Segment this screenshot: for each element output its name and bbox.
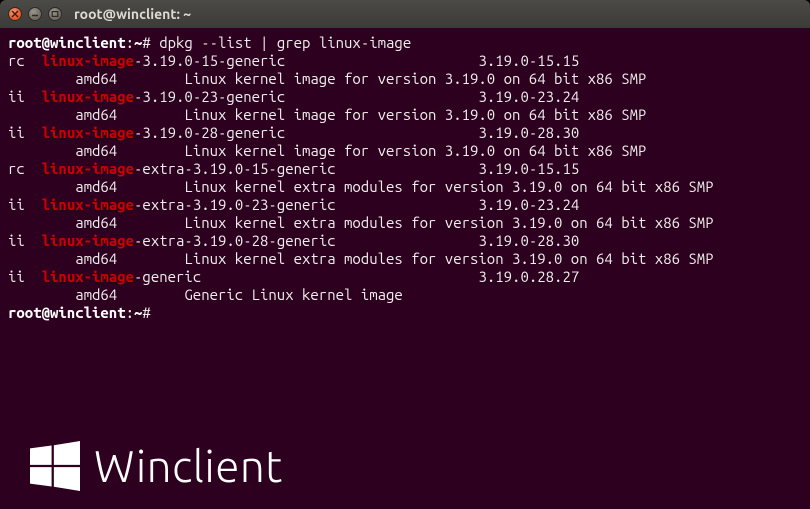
prompt-colon: : [126, 304, 134, 321]
watermark-text: Winclient [94, 442, 283, 491]
package-row: ii linux-image-generic 3.19.0.28.27 [8, 268, 802, 286]
titlebar: root@winclient: ~ [0, 0, 810, 28]
package-status: ii [8, 196, 25, 213]
package-arch: amd64 [75, 286, 184, 303]
package-description: Linux kernel extra modules for version 3… [184, 214, 713, 231]
package-desc-row: amd64 Linux kernel image for version 3.1… [8, 106, 802, 124]
package-arch: amd64 [75, 70, 184, 87]
package-name-rest: -3.19.0-23-generic [134, 88, 285, 105]
package-version: 3.19.0-28.30 [478, 124, 579, 141]
watermark: Winclient [30, 441, 283, 491]
prompt-idle: root@winclient:~# [8, 304, 802, 322]
package-row: rc linux-image-3.19.0-15-generic 3.19.0-… [8, 52, 802, 70]
package-version: 3.19.0.28.27 [478, 268, 579, 285]
package-row: ii linux-image-extra-3.19.0-23-generic 3… [8, 196, 802, 214]
package-arch: amd64 [75, 250, 184, 267]
package-description: Linux kernel image for version 3.19.0 on… [184, 142, 646, 159]
package-desc-row: amd64 Linux kernel extra modules for ver… [8, 250, 802, 268]
package-name-highlight: linux-image [42, 268, 134, 285]
package-description: Linux kernel extra modules for version 3… [184, 250, 713, 267]
command-line: root@winclient:~# dpkg --list | grep lin… [8, 34, 802, 52]
minimize-icon[interactable] [28, 7, 42, 21]
prompt-symbol: # [142, 34, 159, 51]
prompt-symbol: # [142, 304, 159, 321]
package-status: rc [8, 52, 25, 69]
package-version: 3.19.0-15.15 [478, 160, 579, 177]
package-name-rest: -extra-3.19.0-23-generic [134, 196, 336, 213]
package-name-highlight: linux-image [42, 52, 134, 69]
package-row: ii linux-image-3.19.0-28-generic 3.19.0-… [8, 124, 802, 142]
window-title: root@winclient: ~ [74, 6, 191, 22]
package-description: Linux kernel image for version 3.19.0 on… [184, 70, 646, 87]
package-desc-row: amd64 Linux kernel image for version 3.1… [8, 70, 802, 88]
package-arch: amd64 [75, 178, 184, 195]
package-name-rest: -extra-3.19.0-15-generic [134, 160, 336, 177]
package-description: Generic Linux kernel image [184, 286, 402, 303]
package-row: rc linux-image-extra-3.19.0-15-generic 3… [8, 160, 802, 178]
package-description: Linux kernel image for version 3.19.0 on… [184, 106, 646, 123]
package-arch: amd64 [75, 106, 184, 123]
terminal-window: root@winclient: ~ root@winclient:~# dpkg… [0, 0, 810, 509]
package-name-highlight: linux-image [42, 232, 134, 249]
package-status: ii [8, 88, 25, 105]
package-desc-row: amd64 Linux kernel extra modules for ver… [8, 214, 802, 232]
package-version: 3.19.0-15.15 [478, 52, 579, 69]
package-name-highlight: linux-image [42, 88, 134, 105]
close-icon[interactable] [8, 7, 22, 21]
package-desc-row: amd64 Generic Linux kernel image [8, 286, 802, 304]
package-name-rest: -extra-3.19.0-28-generic [134, 232, 336, 249]
windows-icon [30, 441, 80, 491]
package-name-highlight: linux-image [42, 196, 134, 213]
command-text: dpkg --list | grep linux-image [159, 34, 411, 51]
terminal-body[interactable]: root@winclient:~# dpkg --list | grep lin… [0, 28, 810, 322]
package-status: ii [8, 268, 25, 285]
package-status: ii [8, 124, 25, 141]
package-name-highlight: linux-image [42, 160, 134, 177]
package-name-highlight: linux-image [42, 124, 134, 141]
package-row: ii linux-image-3.19.0-23-generic 3.19.0-… [8, 88, 802, 106]
package-desc-row: amd64 Linux kernel extra modules for ver… [8, 178, 802, 196]
package-description: Linux kernel extra modules for version 3… [184, 178, 713, 195]
package-status: ii [8, 232, 25, 249]
package-name-rest: -3.19.0-28-generic [134, 124, 285, 141]
package-arch: amd64 [75, 214, 184, 231]
prompt-userhost: root@winclient [8, 304, 126, 321]
package-status: rc [8, 160, 25, 177]
package-version: 3.19.0-23.24 [478, 88, 579, 105]
package-version: 3.19.0-28.30 [478, 232, 579, 249]
prompt-colon: : [126, 34, 134, 51]
package-desc-row: amd64 Linux kernel image for version 3.1… [8, 142, 802, 160]
package-version: 3.19.0-23.24 [478, 196, 579, 213]
package-arch: amd64 [75, 142, 184, 159]
package-name-rest: -generic [134, 268, 201, 285]
prompt-userhost: root@winclient [8, 34, 126, 51]
maximize-icon[interactable] [48, 7, 62, 21]
package-name-rest: -3.19.0-15-generic [134, 52, 285, 69]
package-row: ii linux-image-extra-3.19.0-28-generic 3… [8, 232, 802, 250]
